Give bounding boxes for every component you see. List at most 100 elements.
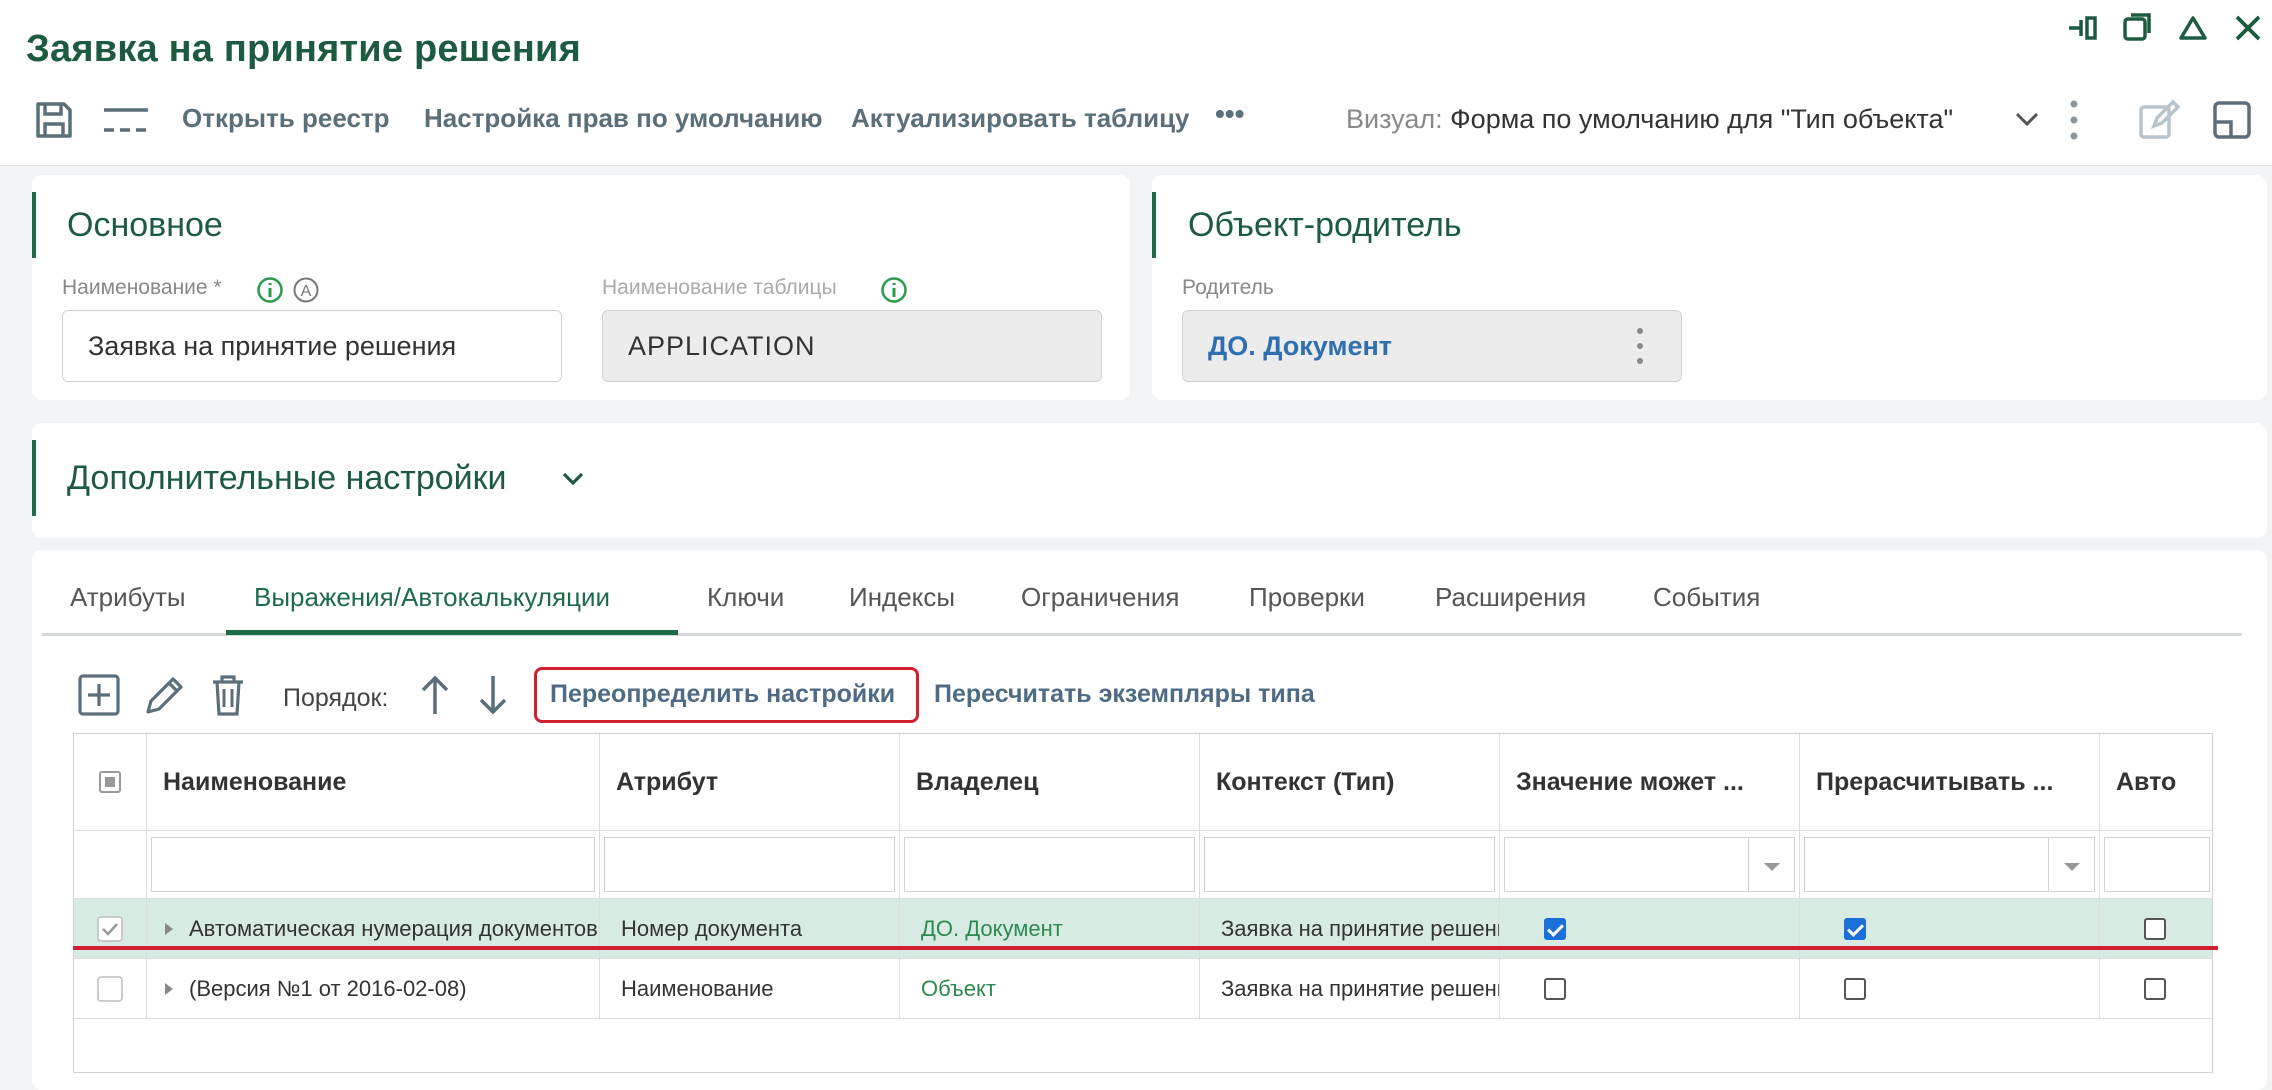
- column-header-owner[interactable]: Владелец: [900, 734, 1200, 830]
- view-value: Форма по умолчанию для "Тип объекта": [1450, 104, 1954, 134]
- row-name: Автоматическая нумерация документов: [189, 916, 598, 941]
- filter-can-change[interactable]: [1500, 830, 1800, 898]
- extra-section-title[interactable]: Дополнительные настройки: [67, 459, 507, 498]
- section-accent-bar: [32, 192, 36, 258]
- column-header-attribute[interactable]: Атрибут: [600, 734, 900, 830]
- row-divider: [74, 1018, 2212, 1019]
- default-rights-button[interactable]: Настройка прав по умолчанию: [424, 103, 823, 134]
- filter-name[interactable]: [147, 830, 600, 898]
- row-checkbox[interactable]: [97, 976, 123, 1002]
- auto-translate-icon[interactable]: A: [292, 276, 320, 304]
- edit-icon[interactable]: [142, 672, 188, 718]
- row-select-cell[interactable]: [74, 959, 147, 1019]
- page-title: Заявка на принятие решения: [26, 28, 581, 70]
- row-attribute: Наименование: [600, 959, 900, 1019]
- collapse-icon[interactable]: [2175, 10, 2211, 46]
- arrow-up-icon[interactable]: [418, 672, 452, 718]
- recalc-instances-button[interactable]: Пересчитать экземпляры типа: [934, 680, 1315, 709]
- row-name-cell[interactable]: (Версия №1 от 2016-02-08): [147, 959, 600, 1019]
- close-icon[interactable]: [2230, 10, 2266, 46]
- table-row[interactable]: (Версия №1 от 2016-02-08) Наименование О…: [74, 958, 2212, 1019]
- parent-field[interactable]: ДО. Документ: [1182, 310, 1682, 382]
- tab-events[interactable]: События: [1653, 582, 1760, 613]
- order-label: Порядок:: [283, 684, 389, 712]
- view-label: Визуал:: [1346, 104, 1443, 134]
- row-recalc-cell[interactable]: [1800, 959, 2100, 1019]
- row-checkbox-checked[interactable]: [97, 916, 123, 942]
- edit-form-icon[interactable]: [2136, 98, 2180, 142]
- column-header-context[interactable]: Контекст (Тип): [1200, 734, 1500, 830]
- chevron-down-icon[interactable]: [560, 466, 586, 492]
- row-attribute: Номер документа: [600, 899, 900, 959]
- section-accent-bar: [1152, 192, 1156, 258]
- dropdown-arrow-icon[interactable]: [2062, 861, 2082, 873]
- dropdown-arrow-icon[interactable]: [1762, 861, 1782, 873]
- column-header-auto[interactable]: Авто: [2100, 734, 2212, 830]
- info-icon[interactable]: [256, 276, 284, 304]
- column-header-name[interactable]: Наименование: [147, 734, 600, 830]
- filter-context[interactable]: [1200, 830, 1500, 898]
- auto-checkbox[interactable]: [2144, 918, 2166, 940]
- tab-keys[interactable]: Ключи: [707, 582, 784, 613]
- row-owner-link[interactable]: ДО. Документ: [900, 899, 1200, 959]
- row-auto-cell[interactable]: [2100, 959, 2212, 1019]
- open-registry-button[interactable]: Открыть реестр: [182, 103, 390, 134]
- filter-owner[interactable]: [900, 830, 1200, 898]
- name-label: Наименование *: [62, 276, 222, 299]
- row-select-cell[interactable]: [74, 899, 147, 959]
- kebab-menu-icon[interactable]: [2064, 98, 2084, 142]
- row-recalc-cell[interactable]: [1800, 899, 2100, 959]
- add-icon[interactable]: [76, 672, 122, 718]
- expand-arrow-icon[interactable]: [163, 922, 175, 936]
- row-can-change-cell[interactable]: [1500, 899, 1800, 959]
- tab-expressions[interactable]: Выражения/Автокалькуляции: [254, 582, 610, 613]
- override-settings-button[interactable]: Переопределить настройки: [550, 680, 895, 709]
- column-header-can-change[interactable]: Значение может ...: [1500, 734, 1800, 830]
- column-header-recalc[interactable]: Прерасчитывать ...: [1800, 734, 2100, 830]
- svg-text:A: A: [301, 283, 312, 300]
- expressions-grid: Наименование Атрибут Владелец Контекст (…: [73, 733, 2213, 1073]
- active-tab-underline: [226, 630, 678, 635]
- parent-label: Родитель: [1182, 276, 1274, 299]
- layout-icon[interactable]: [2210, 98, 2254, 142]
- row-can-change-cell[interactable]: [1500, 959, 1800, 1019]
- expand-arrow-icon[interactable]: [163, 982, 175, 996]
- name-input[interactable]: Заявка на принятие решения: [62, 310, 562, 382]
- delete-icon[interactable]: [205, 672, 251, 718]
- select-all-cell[interactable]: [74, 734, 147, 830]
- row-auto-cell[interactable]: [2100, 899, 2212, 959]
- tab-constraints[interactable]: Ограничения: [1021, 582, 1179, 613]
- chevron-down-icon[interactable]: [2014, 108, 2040, 130]
- filter-attribute[interactable]: [600, 830, 900, 898]
- filter-recalc[interactable]: [1800, 830, 2100, 898]
- table-name-label: Наименование таблицы: [602, 276, 837, 299]
- recalc-checkbox[interactable]: [1844, 918, 1866, 940]
- refresh-table-button[interactable]: Актуализировать таблицу: [851, 103, 1190, 134]
- filter-auto[interactable]: [2100, 830, 2212, 898]
- tab-extensions[interactable]: Расширения: [1435, 582, 1586, 613]
- more-actions-button[interactable]: •••: [1215, 98, 1244, 130]
- tab-checks[interactable]: Проверки: [1249, 582, 1365, 613]
- info-icon[interactable]: [880, 276, 908, 304]
- row-name-cell[interactable]: Автоматическая нумерация документов: [147, 899, 600, 959]
- row-owner-link[interactable]: Объект: [900, 959, 1200, 1019]
- kebab-menu-icon[interactable]: [1630, 326, 1650, 366]
- restore-icon[interactable]: [2120, 10, 2156, 46]
- menu-lines-icon[interactable]: [102, 100, 150, 140]
- header-bar: [0, 0, 2272, 166]
- pin-icon[interactable]: [2065, 10, 2101, 46]
- tab-attributes[interactable]: Атрибуты: [70, 582, 186, 613]
- select-all-checkbox[interactable]: [99, 771, 121, 793]
- tab-indexes[interactable]: Индексы: [849, 582, 955, 613]
- can-change-checkbox[interactable]: [1544, 918, 1566, 940]
- save-icon[interactable]: [32, 98, 76, 142]
- row-highlight-line: [73, 946, 2218, 950]
- row-context: Заявка на принятие решения: [1200, 899, 1500, 959]
- recalc-checkbox[interactable]: [1844, 978, 1866, 1000]
- can-change-checkbox[interactable]: [1544, 978, 1566, 1000]
- arrow-down-icon[interactable]: [476, 672, 510, 718]
- auto-checkbox[interactable]: [2144, 978, 2166, 1000]
- row-name: (Версия №1 от 2016-02-08): [189, 976, 467, 1001]
- view-selector[interactable]: Визуал: Форма по умолчанию для "Тип объе…: [1346, 104, 1953, 135]
- row-context: Заявка на принятие решения: [1200, 959, 1500, 1019]
